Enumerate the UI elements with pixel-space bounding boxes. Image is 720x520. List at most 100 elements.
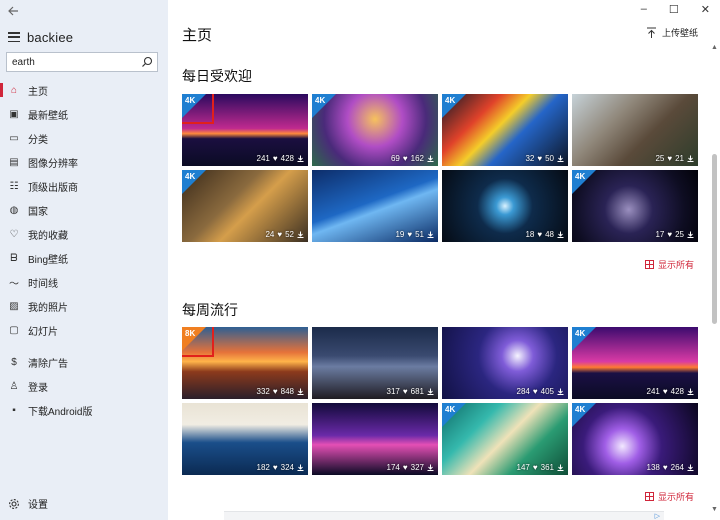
download-icon xyxy=(297,155,304,162)
downloads-count: 50 xyxy=(545,154,554,163)
likes-count: 332 xyxy=(256,387,270,396)
wallpaper-tile[interactable]: 4K 69 ♥ 162 xyxy=(312,94,438,166)
brand-row: backiee xyxy=(8,28,73,46)
wallpaper-tile[interactable]: 18 ♥ 48 xyxy=(442,170,568,242)
downloads-count: 51 xyxy=(415,230,424,239)
wallpaper-tile[interactable]: 4K 17 ♥ 25 xyxy=(572,170,698,242)
scrollbar-thumb[interactable] xyxy=(712,154,717,324)
weekly-section-title: 每周流行 xyxy=(182,302,238,318)
wallpaper-tile[interactable]: 284 ♥ 405 xyxy=(442,327,568,399)
tile-stats: 241 ♥ 428 xyxy=(257,154,304,163)
main-content: – ☐ ✕ 主页 上传壁纸 每日受欢迎 4K 241 ♥ 428 4K 69 ♥ 162 4K 3… xyxy=(168,0,720,520)
download-icon xyxy=(427,155,434,162)
sidebar-item[interactable]: ▢ 幻灯片 xyxy=(0,318,168,342)
ad-info-icon[interactable]: ▷ xyxy=(655,512,660,520)
settings-item[interactable]: 设置 xyxy=(8,496,48,511)
download-icon xyxy=(687,155,694,162)
timeline-icon: 〜 xyxy=(9,278,19,290)
likes-count: 25 xyxy=(655,154,665,163)
downloads-count: 848 xyxy=(280,387,294,396)
maximize-icon[interactable]: ☐ xyxy=(669,3,679,16)
resolution-badge-label: 4K xyxy=(575,172,586,181)
sidebar-item[interactable]: 〜时间线 xyxy=(0,270,168,294)
sidebar-item[interactable]: ᗷ Bing壁纸 xyxy=(0,246,168,270)
sidebar-item[interactable]: ⌂ 主页 xyxy=(0,78,168,102)
minimize-icon[interactable]: – xyxy=(641,3,647,16)
user-icon: ♙ xyxy=(9,380,19,392)
sidebar: backiee ⌂ 主页 ▣ 最新壁纸 ▭ 分类 ▤ 图像分辨率 ☷ 顶级出版商 ◍ 国家 ♡ 我的收藏 ᗷ… xyxy=(0,0,168,520)
downloads-count: 681 xyxy=(410,387,424,396)
heart-icon: ♥ xyxy=(662,463,668,472)
sidebar-item[interactable]: ▭ 分类 xyxy=(0,126,168,150)
back-arrow-icon[interactable] xyxy=(6,4,20,18)
likes-count: 18 xyxy=(525,230,535,239)
tile-stats: 19 ♥ 51 xyxy=(395,230,434,239)
sidebar-item-label: 分类 xyxy=(28,134,48,146)
scroll-down-icon[interactable]: ▼ xyxy=(711,506,718,514)
sidebar-item[interactable]: ▤ 图像分辨率 xyxy=(0,150,168,174)
downloads-count: 361 xyxy=(540,463,554,472)
tile-stats: 138 ♥ 264 xyxy=(647,463,694,472)
sidebar-item-label: 国家 xyxy=(28,206,48,218)
likes-count: 147 xyxy=(516,463,530,472)
search-input[interactable] xyxy=(12,56,132,68)
download-icon xyxy=(557,155,564,162)
download-icon xyxy=(427,464,434,471)
upload-button[interactable]: 上传壁纸 xyxy=(646,26,698,39)
wallpaper-tile[interactable]: 174 ♥ 327 xyxy=(312,403,438,475)
daily-show-all[interactable]: 显示所有 xyxy=(644,258,694,271)
window-controls: – ☐ ✕ xyxy=(641,3,710,16)
sidebar-item-label: 我的照片 xyxy=(28,302,68,314)
wallpaper-tile[interactable]: 4K 138 ♥ 264 xyxy=(572,403,698,475)
sidebar-item-label: 时间线 xyxy=(28,278,58,290)
sidebar-item[interactable]: ▨ 我的照片 xyxy=(0,294,168,318)
wallpaper-tile[interactable]: 317 ♥ 681 xyxy=(312,327,438,399)
grid-icon xyxy=(644,260,654,269)
wallpaper-tile[interactable]: 4K 24 ♥ 52 xyxy=(182,170,308,242)
wallpaper-tile[interactable]: 4K 241 ♥ 428 xyxy=(182,94,308,166)
sidebar-item[interactable]: ♡ 我的收藏 xyxy=(0,222,168,246)
heart-icon: ♥ xyxy=(407,230,413,239)
search-box[interactable] xyxy=(6,52,158,72)
tile-stats: 25 ♥ 21 xyxy=(655,154,694,163)
sidebar-item[interactable]: ♙ 登录 xyxy=(0,374,168,398)
scroll-up-icon[interactable]: ▲ xyxy=(711,44,718,52)
sidebar-item[interactable]: $ 清除广告 xyxy=(0,350,168,374)
sidebar-item-label: 主页 xyxy=(28,86,48,98)
wallpaper-tile[interactable]: 4K 32 ♥ 50 xyxy=(442,94,568,166)
wallpaper-tile[interactable]: 8K 332 ♥ 848 xyxy=(182,327,308,399)
likes-count: 317 xyxy=(386,387,400,396)
weekly-grid: 8K 332 ♥ 848 317 ♥ 681 284 ♥ 405 4K 241 ♥ 428 182 ♥ 324 1… xyxy=(182,327,698,475)
grid-icon xyxy=(644,492,654,501)
tile-stats: 182 ♥ 324 xyxy=(257,463,304,472)
sidebar-item[interactable]: ◍ 国家 xyxy=(0,198,168,222)
wallpaper-tile[interactable]: 19 ♥ 51 xyxy=(312,170,438,242)
download-icon xyxy=(427,388,434,395)
downloads-count: 428 xyxy=(280,154,294,163)
wallpaper-tile[interactable]: 4K 147 ♥ 361 xyxy=(442,403,568,475)
tile-stats: 174 ♥ 327 xyxy=(387,463,434,472)
close-icon[interactable]: ✕ xyxy=(701,3,710,16)
sidebar-item[interactable]: ☷ 顶级出版商 xyxy=(0,174,168,198)
search-icon[interactable] xyxy=(141,56,153,68)
vertical-scrollbar[interactable]: ▲ ▼ xyxy=(711,44,718,514)
weekly-show-all[interactable]: 显示所有 xyxy=(644,490,694,503)
heart-icon: ♥ xyxy=(402,463,408,472)
download-icon xyxy=(297,231,304,238)
download-icon xyxy=(427,231,434,238)
upload-label: 上传壁纸 xyxy=(661,28,698,38)
heart-icon: ♥ xyxy=(272,463,278,472)
hamburger-menu-icon[interactable] xyxy=(8,32,20,42)
ad-banner[interactable]: ▷ xyxy=(224,511,664,520)
tile-stats: 24 ♥ 52 xyxy=(265,230,304,239)
wallpaper-tile[interactable]: 182 ♥ 324 xyxy=(182,403,308,475)
wallpaper-tile[interactable]: 4K 241 ♥ 428 xyxy=(572,327,698,399)
heart-icon: ♥ xyxy=(532,387,538,396)
sidebar-item[interactable]: ▪ 下载Android版 xyxy=(0,398,168,422)
download-icon xyxy=(297,464,304,471)
sidebar-item[interactable]: ▣ 最新壁纸 xyxy=(0,102,168,126)
wallpaper-tile[interactable]: 25 ♥ 21 xyxy=(572,94,698,166)
tile-stats: 147 ♥ 361 xyxy=(517,463,564,472)
likes-count: 241 xyxy=(646,387,660,396)
tile-stats: 332 ♥ 848 xyxy=(257,387,304,396)
